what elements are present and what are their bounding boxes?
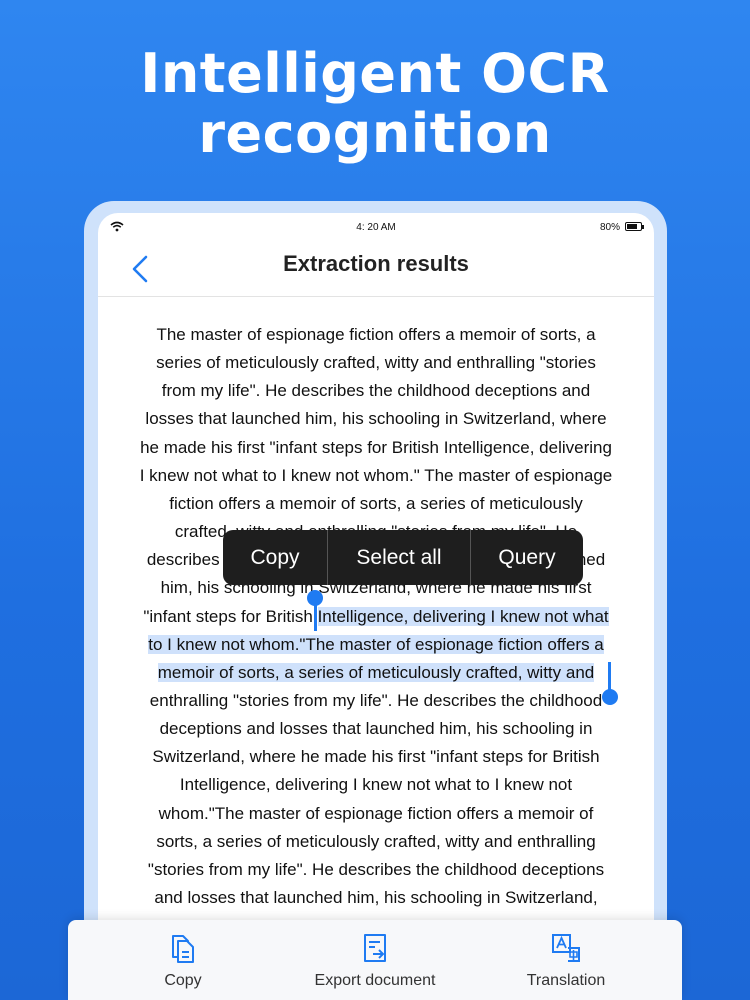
context-copy-button[interactable]: Copy <box>223 530 327 585</box>
export-document-icon <box>364 934 386 962</box>
unselected-text: "infant steps for British <box>143 606 318 626</box>
navigation-bar: Extraction results <box>98 243 654 297</box>
selection-end-knob[interactable] <box>602 689 618 705</box>
text-line: deceptions and losses that launched him,… <box>159 719 593 739</box>
translation-label: Translation <box>526 972 606 989</box>
app-screen: 4: 20 AM 80% Extraction results The mast… <box>98 213 654 961</box>
export-document-label: Export document <box>314 972 436 989</box>
text-line: Intelligence, delivering I knew not what… <box>179 775 573 795</box>
bottom-toolbar: Copy Export document Translation <box>68 920 682 1000</box>
text-line: from my life". He describes the childhoo… <box>161 381 591 401</box>
translation-button[interactable]: Translation <box>508 920 624 1000</box>
copy-icon <box>172 935 194 963</box>
text-line: losses that launched him, his schooling … <box>145 409 607 429</box>
battery-percent: 80% <box>599 222 620 233</box>
battery-icon <box>625 222 644 231</box>
text-line: and losses that launched him, his school… <box>154 888 598 907</box>
text-line: fiction offers a memoir of sorts, a seri… <box>169 493 583 513</box>
selected-text: to I knew not whom."The master of espion… <box>148 634 604 654</box>
status-time: 4: 20 AM <box>356 222 396 233</box>
selection-start-handle[interactable] <box>314 601 317 631</box>
headline-line-1: Intelligent OCR <box>140 42 610 105</box>
selected-text: memoir of sorts, a series of meticulousl… <box>157 662 595 682</box>
text-line: sorts, a series of meticulously crafted,… <box>156 831 596 851</box>
text-line: "infant steps for British Intelligence, … <box>98 603 654 631</box>
selection-end-handle[interactable] <box>608 662 611 692</box>
text-line: enthralling "stories from my life". He d… <box>149 690 603 710</box>
copy-label: Copy <box>164 972 202 989</box>
export-document-button[interactable]: Export document <box>300 920 450 1000</box>
text-line: "stories from my life". He describes the… <box>147 859 605 879</box>
text-line: he made his first "infant steps for Brit… <box>140 437 612 457</box>
status-bar: 4: 20 AM 80% <box>98 213 654 243</box>
context-select-all-button[interactable]: Select all <box>328 530 470 585</box>
headline: Intelligent OCR recognition <box>0 44 750 164</box>
text-line: whom."The master of espionage fiction of… <box>158 803 594 823</box>
copy-button[interactable]: Copy <box>128 920 238 1000</box>
headline-line-2: recognition <box>198 102 552 165</box>
selected-text: Intelligence, delivering I knew not what <box>317 606 609 626</box>
text-line: series of meticulously crafted, witty an… <box>156 353 596 373</box>
text-line: The master of espionage fiction offers a… <box>156 325 596 344</box>
context-menu: Copy Select all Query <box>223 530 583 585</box>
text-line: I knew not what to I knew not whom." The… <box>139 465 613 485</box>
text-line: memoir of sorts, a series of meticulousl… <box>98 659 654 687</box>
context-query-button[interactable]: Query <box>471 530 583 585</box>
translation-icon <box>552 934 580 962</box>
page-title: Extraction results <box>283 251 469 276</box>
text-line: to I knew not whom."The master of espion… <box>98 631 654 659</box>
text-line: Switzerland, where he made his first "in… <box>152 747 600 767</box>
